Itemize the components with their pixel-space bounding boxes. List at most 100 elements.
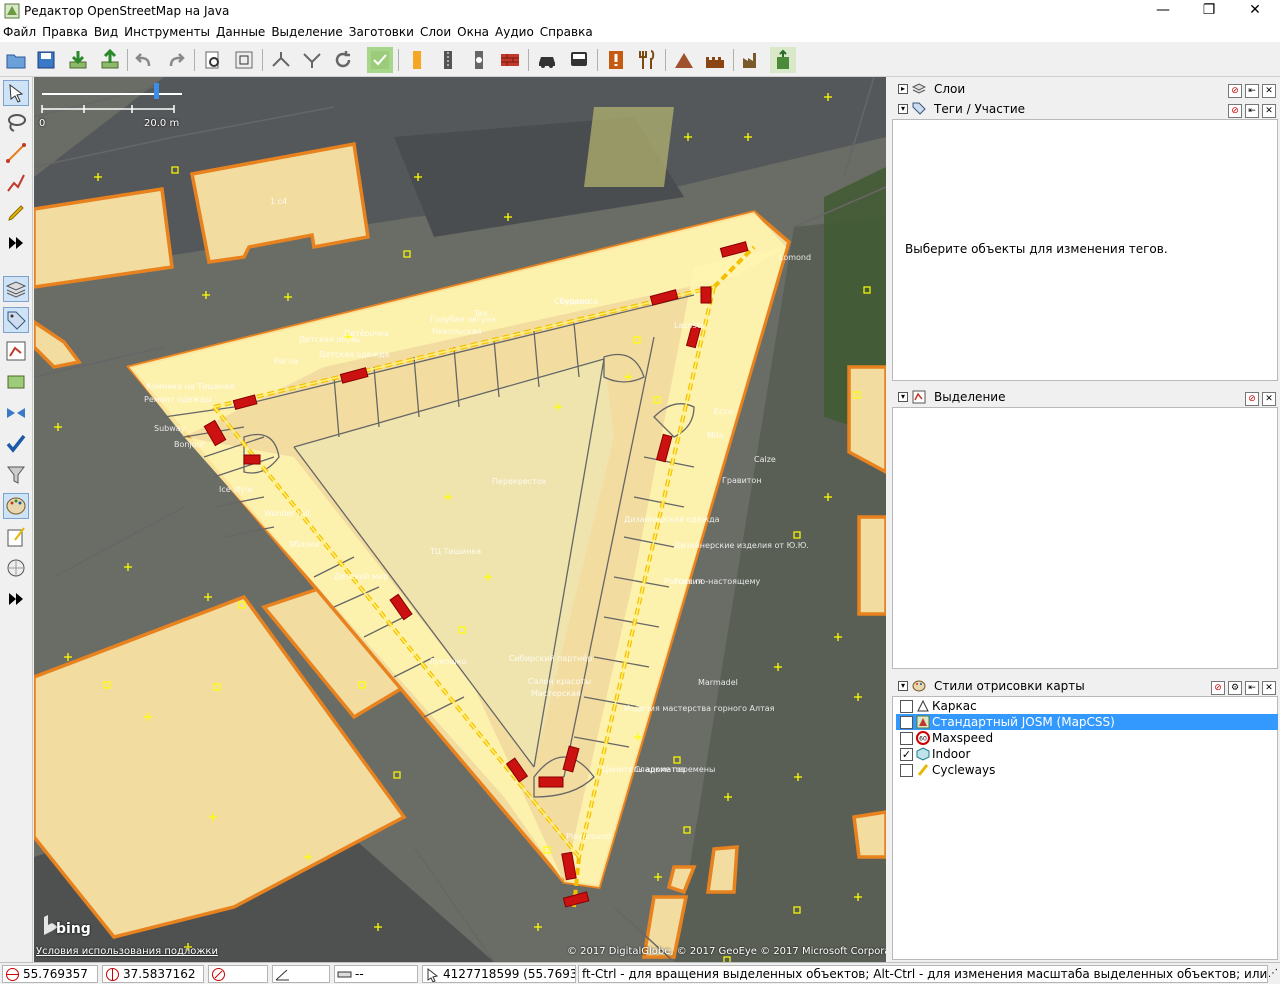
menu-audio[interactable]: Аудио — [492, 22, 537, 39]
more-panels-button[interactable] — [3, 586, 29, 612]
building[interactable] — [857, 515, 886, 616]
door[interactable] — [700, 286, 712, 304]
preset-industrial-button[interactable] — [739, 47, 765, 73]
save-button[interactable] — [33, 47, 59, 73]
commands-panel-toggle[interactable] — [3, 369, 29, 395]
open-file-button[interactable] — [3, 47, 29, 73]
lasso-mode-button[interactable] — [3, 110, 29, 136]
more-tools-button[interactable] — [3, 230, 29, 256]
expand-icon[interactable]: ▸ — [898, 84, 908, 94]
preferences-button[interactable] — [200, 47, 226, 73]
menu-help[interactable]: Справка — [537, 22, 596, 39]
draw-mode-button[interactable] — [3, 140, 29, 166]
close-dialog-icon[interactable]: ✕ — [1262, 84, 1276, 98]
redo-button[interactable] — [163, 47, 189, 73]
style-checkbox[interactable] — [900, 716, 913, 729]
preset-emergency-button[interactable] — [603, 47, 629, 73]
style-item-cycleways[interactable]: Cycleways — [896, 762, 1278, 778]
upload-button[interactable] — [97, 47, 123, 73]
style-checkbox[interactable] — [900, 700, 913, 713]
style-item-maxspeed[interactable]: 60 Maxspeed — [896, 730, 1278, 746]
preset-road-button[interactable] — [404, 47, 430, 73]
collapse-icon[interactable]: ▾ — [898, 681, 908, 691]
layers-dialog-header[interactable]: ▸ Слои ⊘ ⇤ ✕ — [892, 79, 1278, 99]
hide-dialog-icon[interactable]: ⊘ — [1228, 84, 1242, 98]
selection-dialog-header[interactable]: ▾ Выделение ⊘ ✕ — [892, 387, 1278, 407]
preset-recycling-button[interactable] — [770, 47, 796, 73]
conflict-panel-toggle[interactable] — [3, 400, 29, 426]
styles-dialog-header[interactable]: ▾ Стили отрисовки карты ⊘ ⚙ ⇤ ✕ — [892, 676, 1278, 696]
map-paint-styles-toggle[interactable] — [3, 493, 29, 519]
speed-limit-icon: 60 — [916, 731, 930, 745]
menu-tools[interactable]: Инструменты — [121, 22, 213, 39]
improve-way-button[interactable] — [3, 170, 29, 196]
minimize-button[interactable]: — — [1140, 0, 1186, 22]
detach-dialog-icon[interactable]: ⇤ — [1245, 681, 1259, 695]
resize-grip-icon[interactable]: ⋰ — [1268, 968, 1278, 982]
toolbar-separator — [597, 49, 598, 71]
hide-dialog-icon[interactable]: ⊘ — [1245, 392, 1259, 406]
menu-windows[interactable]: Окна — [454, 22, 492, 39]
preset-barrier-button[interactable] — [497, 47, 523, 73]
style-checkbox[interactable] — [900, 764, 913, 777]
download-button[interactable] — [65, 47, 91, 73]
preset-food-button[interactable] — [634, 47, 660, 73]
undo-button[interactable] — [131, 47, 157, 73]
style-item-josm-standard[interactable]: Стандартный JOSM (MapCSS) — [896, 714, 1278, 730]
validate-button[interactable] — [367, 47, 393, 73]
menu-presets[interactable]: Заготовки — [346, 22, 417, 39]
zoom-slider-thumb[interactable] — [154, 83, 159, 99]
menu-data[interactable]: Данные — [213, 22, 268, 39]
preset-peak-button[interactable] — [671, 47, 697, 73]
zoom-button[interactable] — [231, 47, 257, 73]
style-checkbox-checked[interactable]: ✓ — [900, 748, 913, 761]
style-item-wireframe[interactable]: Каркас — [896, 698, 1278, 714]
close-button[interactable]: ✕ — [1232, 0, 1278, 22]
select-mode-button[interactable] — [3, 80, 29, 106]
imagery-terms-link[interactable]: Условия использования подложки — [36, 946, 218, 957]
menu-file[interactable]: Файл — [0, 22, 39, 39]
style-settings-icon[interactable]: ⚙ — [1228, 681, 1242, 695]
preset-path-button[interactable] — [435, 47, 461, 73]
wikipedia-panel-toggle[interactable] — [3, 555, 29, 581]
style-item-indoor[interactable]: ✓ Indoor — [896, 746, 1278, 762]
tags-dialog-header[interactable]: ▾ Теги / Участие ⊘ ⇤ ✕ — [892, 99, 1278, 119]
validator-panel-toggle[interactable] — [3, 431, 29, 457]
toolbar-separator — [398, 49, 399, 71]
detach-dialog-icon[interactable]: ⇤ — [1245, 84, 1259, 98]
collapse-icon[interactable]: ▾ — [898, 104, 908, 114]
collapse-icon[interactable]: ▾ — [898, 392, 908, 402]
menu-selection[interactable]: Выделение — [268, 22, 345, 39]
notes-panel-toggle[interactable] — [3, 524, 29, 550]
building[interactable] — [847, 365, 886, 474]
style-checkbox[interactable] — [900, 732, 913, 745]
combine-way-button[interactable] — [299, 47, 325, 73]
close-dialog-icon[interactable]: ✕ — [1262, 681, 1276, 695]
map-view[interactable]: 0 20.0 m bing Условия использования подл… — [34, 77, 886, 962]
close-dialog-icon[interactable]: ✕ — [1262, 392, 1276, 406]
door[interactable] — [243, 454, 261, 465]
door[interactable] — [538, 776, 564, 788]
menu-edit[interactable]: Правка — [39, 22, 91, 39]
menu-view[interactable]: Вид — [91, 22, 121, 39]
split-way-button[interactable] — [268, 47, 294, 73]
layer-list-toggle[interactable] — [3, 276, 29, 302]
maximize-button[interactable]: ❐ — [1186, 0, 1232, 22]
tags-panel-toggle[interactable] — [3, 307, 29, 333]
reverse-way-button[interactable] — [330, 47, 356, 73]
building[interactable] — [705, 845, 739, 894]
filter-panel-toggle[interactable] — [3, 462, 29, 488]
hide-dialog-icon[interactable]: ⊘ — [1211, 681, 1225, 695]
detach-dialog-icon[interactable]: ⇤ — [1245, 104, 1259, 118]
relation-editor-toggle[interactable] — [3, 338, 29, 364]
hide-dialog-icon[interactable]: ⊘ — [1228, 104, 1242, 118]
preset-castle-button[interactable] — [702, 47, 728, 73]
parallel-way-button[interactable] — [3, 200, 29, 226]
preset-railway-button[interactable] — [466, 47, 492, 73]
close-dialog-icon[interactable]: ✕ — [1262, 104, 1276, 118]
menu-layers[interactable]: Слои — [417, 22, 454, 39]
building[interactable] — [852, 810, 886, 859]
preset-car-button[interactable] — [534, 47, 560, 73]
map-canvas[interactable] — [34, 77, 886, 962]
preset-bus-button[interactable] — [566, 47, 592, 73]
